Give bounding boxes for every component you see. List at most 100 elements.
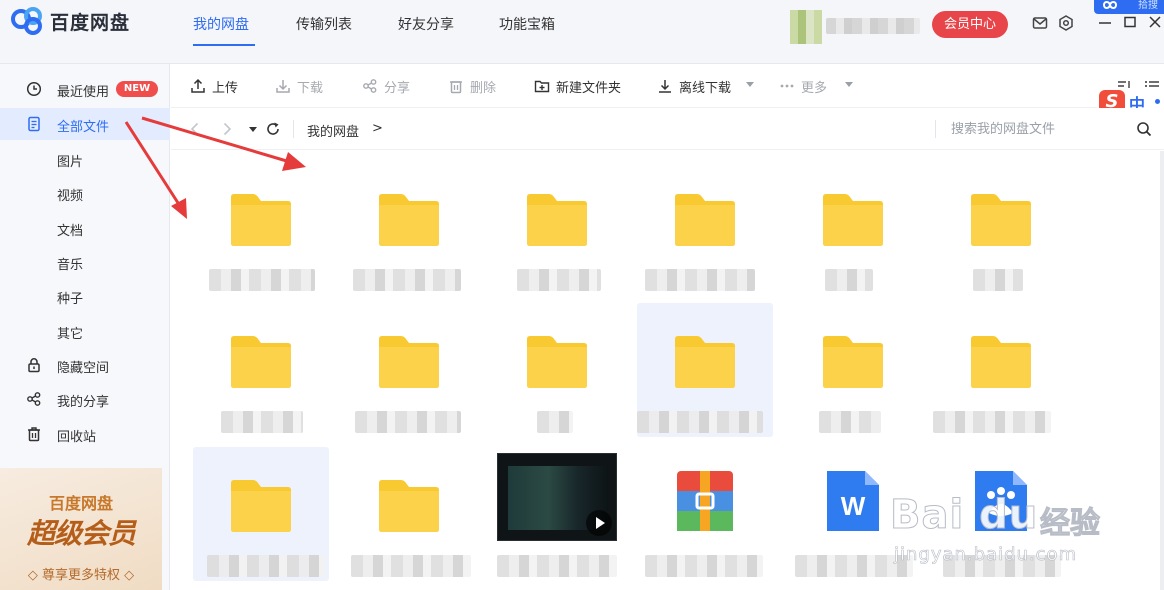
file-tile-baidu-app[interactable] — [933, 447, 1069, 581]
file-name-blurred — [933, 411, 1051, 433]
forward-icon[interactable] — [219, 121, 235, 137]
sidebar-item-torrents[interactable]: 种子 — [0, 280, 170, 312]
file-name-blurred — [355, 411, 461, 433]
new-badge: NEW — [116, 81, 158, 97]
file-tile-folder[interactable] — [785, 303, 921, 437]
upload-label: 上传 — [212, 81, 239, 96]
refresh-icon[interactable] — [265, 121, 281, 137]
tab-transfer-list[interactable]: 传输列表 — [296, 14, 352, 34]
upload-icon — [191, 78, 205, 93]
offline-download-icon — [659, 80, 671, 93]
username-blurred[interactable] — [826, 18, 920, 34]
sidebar-item-label: 回收站 — [57, 430, 97, 445]
offline-download-label: 离线下载 — [679, 81, 732, 96]
back-icon[interactable] — [187, 121, 203, 137]
sidebar-item-other[interactable]: 其它 — [0, 315, 170, 347]
svg-text:W: W — [841, 491, 866, 521]
sidebar-item-label: 音乐 — [57, 258, 84, 273]
folder-icon — [231, 480, 291, 532]
search-icon[interactable] — [1136, 121, 1152, 137]
more-label: 更多 — [801, 81, 828, 96]
file-tile-folder[interactable] — [489, 303, 625, 437]
file-tile-folder[interactable] — [341, 303, 477, 437]
sidebar-item-label: 最近使用 — [57, 85, 110, 100]
search-input[interactable] — [951, 119, 1131, 139]
avatar[interactable] — [790, 10, 822, 44]
offline-download-chevron-down-icon[interactable] — [746, 82, 754, 87]
video-thumbnail[interactable] — [497, 453, 617, 541]
sidebar-item-recent[interactable]: 最近使用 NEW — [0, 73, 170, 105]
maximize-icon[interactable] — [1122, 14, 1138, 30]
file-name-blurred — [537, 411, 573, 433]
folder-icon — [675, 194, 735, 246]
file-tile-folder[interactable] — [193, 447, 329, 581]
file-tile-folder[interactable] — [785, 161, 921, 295]
file-tile-folder[interactable] — [933, 303, 1069, 437]
minimize-icon[interactable] — [1097, 14, 1113, 30]
share-label: 分享 — [384, 81, 411, 96]
file-name-blurred — [825, 269, 873, 291]
sidebar-item-label: 隐藏空间 — [57, 361, 110, 376]
file-name-blurred — [795, 555, 913, 577]
delete-label: 删除 — [470, 81, 497, 96]
file-name-blurred — [973, 269, 1023, 291]
trash-icon — [28, 427, 40, 442]
history-dropdown-icon[interactable] — [245, 121, 261, 137]
file-tile-word[interactable]: W — [785, 447, 921, 581]
sidebar-item-videos[interactable]: 视频 — [0, 177, 170, 209]
file-tile-folder[interactable] — [637, 303, 773, 437]
scrollbar[interactable] — [1160, 151, 1164, 590]
active-tab-indicator — [193, 44, 255, 46]
folder-icon — [379, 480, 439, 532]
sidebar-item-recycle-bin[interactable]: 回收站 — [0, 418, 170, 450]
sidebar-item-music[interactable]: 音乐 — [0, 246, 170, 278]
folder-icon — [379, 194, 439, 246]
sidebar-item-my-shares[interactable]: 我的分享 — [0, 383, 170, 415]
tab-my-netdisk[interactable]: 我的网盘 — [193, 14, 249, 34]
folder-icon — [971, 336, 1031, 388]
file-tile-folder[interactable] — [193, 303, 329, 437]
sidebar-item-hidden-space[interactable]: 隐藏空间 — [0, 349, 170, 381]
file-name-blurred — [645, 269, 755, 291]
file-tile-folder[interactable] — [341, 447, 477, 581]
file-name-blurred — [221, 411, 303, 433]
close-icon[interactable] — [1147, 14, 1163, 30]
share-icon — [363, 79, 377, 93]
clock-icon — [26, 81, 42, 97]
sidebar-item-all-files[interactable]: 全部文件 — [0, 108, 170, 140]
sidebar-item-documents[interactable]: 文档 — [0, 212, 170, 244]
baidu-netdisk-logo — [11, 7, 42, 35]
folder-icon — [231, 336, 291, 388]
file-tile-folder[interactable] — [193, 161, 329, 295]
file-name-blurred — [819, 411, 881, 433]
vip-center-button[interactable]: 会员中心 — [932, 11, 1008, 38]
file-name-blurred — [351, 555, 471, 577]
download-icon — [276, 80, 290, 93]
settings-icon[interactable] — [1058, 15, 1074, 31]
sidebar-item-label: 全部文件 — [57, 120, 110, 135]
file-name-blurred — [645, 555, 763, 577]
play-icon[interactable] — [586, 510, 612, 536]
more-chevron-down-icon[interactable] — [845, 82, 853, 87]
mail-icon[interactable] — [1032, 15, 1048, 31]
file-tile-folder[interactable] — [341, 161, 477, 295]
file-tile-archive[interactable] — [637, 447, 773, 581]
archive-icon — [677, 471, 733, 531]
file-tile-folder[interactable] — [933, 161, 1069, 295]
promo-subtitle: ◇ 尊享更多特权 ◇ — [27, 568, 135, 583]
super-vip-promo[interactable]: 百度网盘 超级会员 ◇ 尊享更多特权 ◇ — [0, 468, 162, 590]
file-name-blurred — [497, 555, 617, 577]
file-tile-folder[interactable] — [637, 161, 773, 295]
sidebar-item-images[interactable]: 图片 — [0, 143, 170, 175]
tab-toolbox[interactable]: 功能宝箱 — [499, 14, 555, 34]
breadcrumb[interactable]: 我的网盘 — [307, 121, 359, 140]
floating-badge-label: 拾搜 — [1138, 0, 1158, 11]
baidu-app-icon — [975, 471, 1027, 531]
file-tile-folder[interactable] — [489, 161, 625, 295]
folder-icon — [527, 336, 587, 388]
folder-icon — [823, 336, 883, 388]
file-name-blurred — [209, 269, 315, 291]
tab-friend-share[interactable]: 好友分享 — [398, 14, 454, 34]
breadcrumb-separator: > — [372, 121, 383, 136]
add-folder-icon — [534, 80, 550, 93]
